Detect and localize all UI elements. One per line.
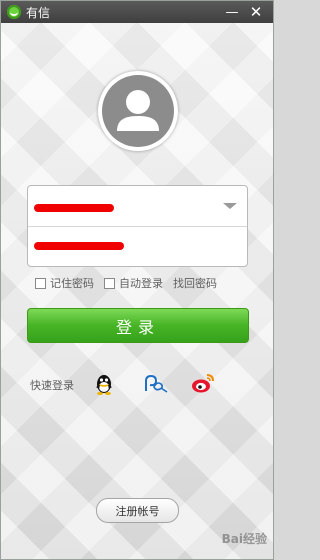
redacted-password-mark [34,242,124,250]
remember-password-label: 记住密码 [50,277,94,290]
close-button[interactable]: ✕ [245,1,267,23]
register-account-button[interactable]: 注册帐号 [96,498,179,523]
auto-login-label: 自动登录 [119,277,163,290]
minimize-button[interactable]: — [221,1,243,23]
titlebar[interactable]: 有信 — ✕ [1,1,273,23]
app-logo-icon [7,5,21,19]
auto-login-checkbox[interactable] [104,277,115,289]
alipay-icon[interactable] [142,373,170,399]
login-button[interactable]: 登录 [27,308,249,343]
remember-password-option[interactable]: 记住密码 [35,275,94,291]
auto-login-option[interactable]: 自动登录 [104,275,163,291]
account-dropdown-arrow-icon[interactable] [223,203,237,209]
remember-password-checkbox[interactable] [35,277,46,289]
qq-icon[interactable] [93,372,115,400]
password-field[interactable] [28,227,247,267]
avatar[interactable] [98,71,178,151]
login-options-row: 记住密码 自动登录 找回密码 [35,275,217,291]
user-silhouette-icon [102,75,174,147]
find-password-link[interactable]: 找回密码 [173,275,217,291]
app-title: 有信 [26,5,51,20]
credentials-box [27,185,248,267]
quick-login-label: 快速登录 [30,379,74,392]
account-field[interactable] [28,186,247,226]
weibo-icon[interactable] [190,371,216,399]
redacted-account-mark [34,204,114,212]
login-window: 有信 — ✕ 记住密码 自动登录 找回密码 登录 快速登录 注册帐号 Bai经验 [0,0,274,560]
watermark-logo: Bai经验 [221,532,267,546]
